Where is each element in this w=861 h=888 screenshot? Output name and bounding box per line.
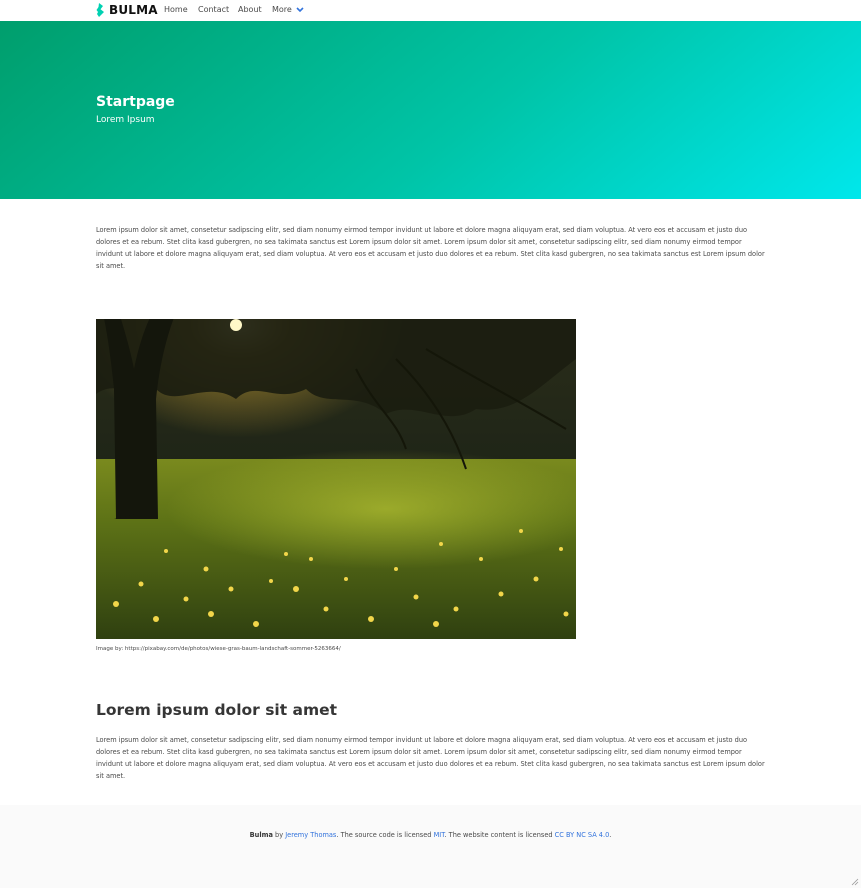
intro-paragraph: Lorem ipsum dolor sit amet, consetetur s… xyxy=(96,226,765,270)
bulma-logo-icon xyxy=(96,3,104,17)
brand-name: BULMA xyxy=(109,3,158,17)
brand-link[interactable]: BULMA xyxy=(96,2,158,18)
nav-more-label: More xyxy=(272,5,292,14)
footer-mid2: . The website content is licensed xyxy=(444,831,555,839)
mit-license-link[interactable]: MIT xyxy=(434,831,445,839)
nav-item-home[interactable]: Home xyxy=(164,5,188,15)
chevron-down-icon xyxy=(296,7,304,13)
hero-banner: Startpage Lorem Ipsum xyxy=(0,21,861,199)
section-heading: Lorem ipsum dolor sit amet xyxy=(96,701,338,719)
nav-item-more[interactable]: More xyxy=(272,5,304,15)
footer-brand: Bulma xyxy=(249,831,273,839)
cc-license-link[interactable]: CC BY NC SA 4.0 xyxy=(555,831,610,839)
author-link[interactable]: Jeremy Thomas xyxy=(285,831,336,839)
footer-mid: . The source code is licensed xyxy=(336,831,434,839)
nav-item-contact[interactable]: Contact xyxy=(198,5,229,15)
navbar: BULMA Home Contact About More xyxy=(0,0,861,21)
footer: Bulma by Jeremy Thomas. The source code … xyxy=(0,805,861,888)
meadow-photo xyxy=(96,319,576,639)
footer-by: by xyxy=(272,831,286,839)
hero-subtitle: Lorem Ipsum xyxy=(96,115,155,125)
resize-handle-icon[interactable] xyxy=(851,878,859,886)
hero-title: Startpage xyxy=(96,94,175,110)
image-caption: Image by: https://pixabay.com/de/photos/… xyxy=(96,646,341,652)
footer-end: . xyxy=(609,831,612,839)
nav-item-about[interactable]: About xyxy=(238,5,262,15)
section-paragraph: Lorem ipsum dolor sit amet, consetetur s… xyxy=(96,736,765,780)
footer-credits: Bulma by Jeremy Thomas. The source code … xyxy=(0,831,861,839)
